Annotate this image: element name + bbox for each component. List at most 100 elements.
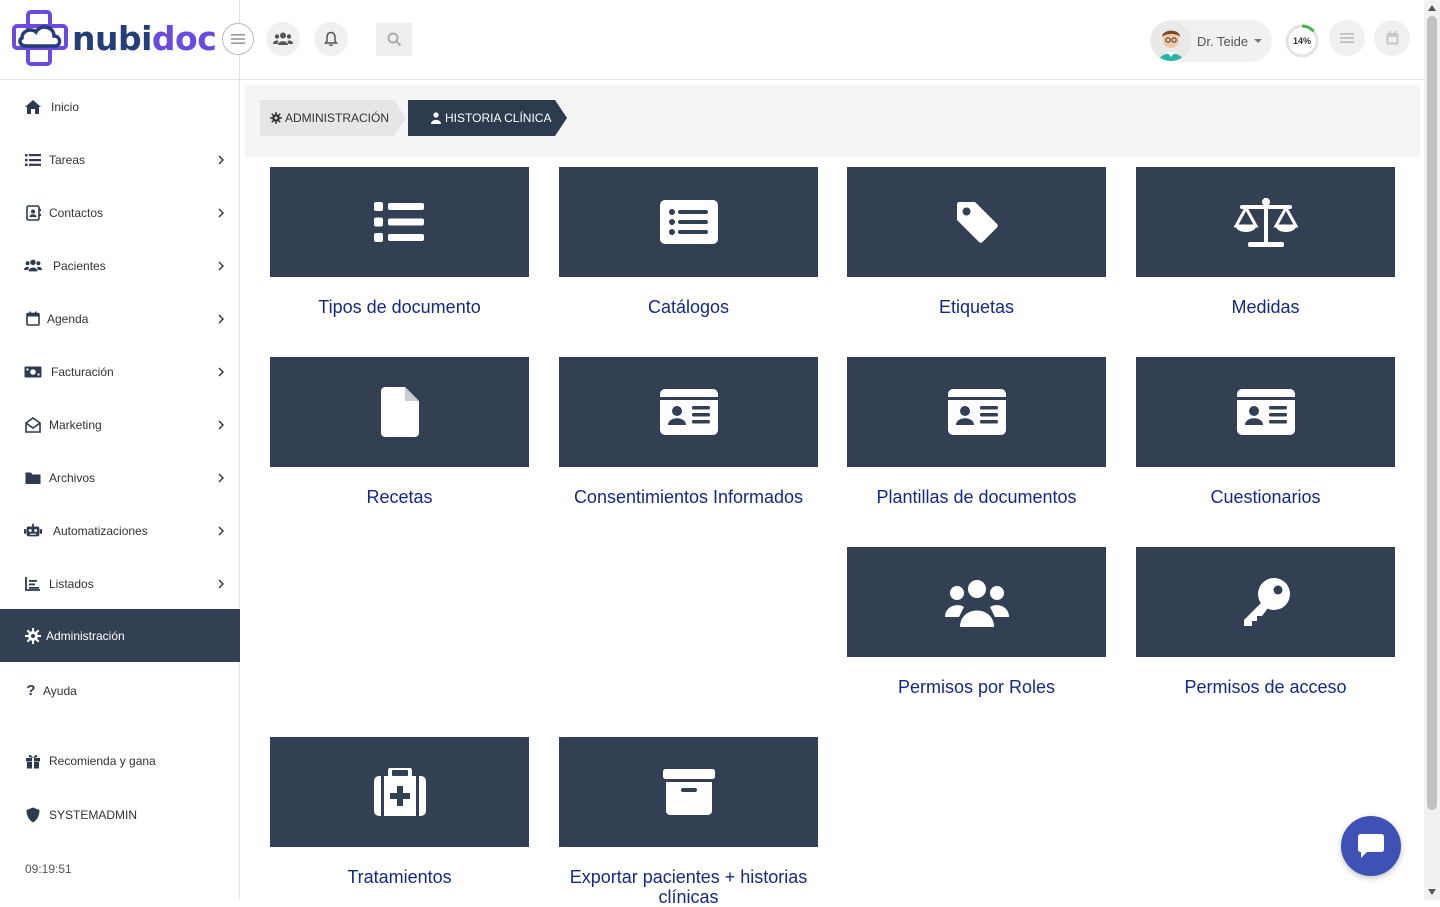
card-plantillas-de-documentos[interactable]: [847, 357, 1106, 467]
card-recetas[interactable]: [270, 357, 529, 467]
card-label[interactable]: Recetas: [270, 487, 529, 507]
bell-icon: [324, 31, 338, 46]
card-permisos-por-roles[interactable]: [847, 547, 1106, 657]
card-label[interactable]: Consentimientos Informados: [559, 487, 818, 507]
profile-progress[interactable]: 14%: [1283, 22, 1321, 60]
users-icon: [273, 32, 293, 45]
bars-icon: [1340, 33, 1354, 43]
scroll-thumb[interactable]: [1427, 16, 1437, 810]
card-label[interactable]: Exportar pacientes + historias clínicas: [559, 867, 818, 907]
card-label[interactable]: Cuestionarios: [1136, 487, 1395, 507]
card-label[interactable]: Etiquetas: [847, 297, 1106, 317]
card-etiquetas[interactable]: [847, 167, 1106, 277]
sidebar-item-label: Contactos: [49, 205, 104, 220]
sidebar-item-listados[interactable]: Listados: [0, 557, 240, 610]
card-medidas[interactable]: [1136, 167, 1395, 277]
notifications-button[interactable]: [314, 22, 348, 56]
card-label[interactable]: Permisos por Roles: [847, 677, 1106, 697]
rectangle-list-icon: [659, 200, 718, 244]
sidebar-item-label: Listados: [49, 576, 94, 591]
sidebar-item-agenda[interactable]: Agenda: [0, 292, 240, 345]
calendar-button[interactable]: [1374, 20, 1410, 56]
address-book-icon: [24, 204, 42, 222]
breadcrumb-item-historia-clinica[interactable]: HISTORIA CLÍNICA: [408, 100, 567, 136]
scroll-up-arrow-icon[interactable]: [1424, 0, 1440, 16]
robot-icon: [24, 522, 42, 540]
sidebar-item-systemadmin[interactable]: SYSTEMADMIN: [0, 788, 240, 841]
envelope-open-icon: [24, 416, 42, 434]
logo-text: nubidoc: [72, 18, 217, 58]
folder-icon: [24, 469, 42, 487]
id-card-icon: [947, 389, 1006, 435]
card-label[interactable]: Tratamientos: [270, 867, 529, 887]
file-icon: [380, 387, 419, 437]
sidebar-item-label: Marketing: [49, 417, 102, 432]
sidebar-item-inicio[interactable]: Inicio: [0, 80, 240, 133]
list-menu-button[interactable]: [1329, 20, 1365, 56]
card-tipos-de-documento[interactable]: [270, 167, 529, 277]
suitcase-medical-icon: [373, 768, 426, 816]
sidebar-item-contactos[interactable]: Contactos: [0, 186, 240, 239]
contacts-quick-button[interactable]: [266, 22, 300, 56]
chart-area-icon: [24, 575, 42, 593]
avatar: [1151, 21, 1191, 61]
sidebar-item-administracion[interactable]: Administración: [0, 609, 240, 662]
sidebar-item-automatizaciones[interactable]: Automatizaciones: [0, 504, 240, 557]
gift-icon: [24, 752, 42, 770]
card-label[interactable]: Plantillas de documentos: [847, 487, 1106, 507]
list-icon: [24, 151, 42, 169]
sidebar-item-pacientes[interactable]: Pacientes: [0, 239, 240, 292]
card-label[interactable]: Catálogos: [559, 297, 818, 317]
card-exportar-pacientes[interactable]: [559, 737, 818, 847]
sidebar-item-marketing[interactable]: Marketing: [0, 398, 240, 451]
card-permisos-de-acceso[interactable]: [1136, 547, 1395, 657]
money-bill-icon: [24, 363, 42, 381]
card-label[interactable]: Permisos de acceso: [1136, 677, 1395, 697]
logo-text-part1: nubi: [72, 18, 152, 58]
sidebar-item-label: Pacientes: [53, 258, 106, 273]
card-label[interactable]: Tipos de documento: [270, 297, 529, 317]
scrollbar[interactable]: [1424, 0, 1440, 900]
sidebar-item-label: SYSTEMADMIN: [49, 807, 138, 822]
users-icon: [24, 257, 42, 275]
users-icon: [944, 580, 1009, 627]
sidebar-item-recomienda[interactable]: Recomienda y gana: [0, 734, 240, 787]
sidebar-item-archivos[interactable]: Archivos: [0, 451, 240, 504]
chat-icon: [1358, 834, 1384, 858]
chat-button[interactable]: [1341, 816, 1401, 876]
sidebar-item-label: Inicio: [51, 99, 80, 114]
logo-text-part2: doc: [151, 18, 217, 58]
chevron-down-icon: [1254, 39, 1263, 43]
card-tratamientos[interactable]: [270, 737, 529, 847]
sidebar-item-label: Recomienda y gana: [49, 753, 156, 768]
card-consentimientos-informados[interactable]: [559, 357, 818, 467]
chevron-right-icon: [218, 208, 224, 217]
bars-icon: [231, 34, 245, 44]
tag-icon: [956, 202, 998, 243]
user-menu[interactable]: Dr. Teide: [1150, 20, 1272, 62]
scroll-down-arrow-icon[interactable]: [1424, 884, 1440, 900]
doctor-avatar-icon: [1151, 21, 1191, 61]
sidebar-item-ayuda[interactable]: ? Ayuda: [0, 664, 240, 717]
sidebar-item-tareas[interactable]: Tareas: [0, 133, 240, 186]
sidebar-item-label: Agenda: [47, 311, 89, 326]
sidebar-item-label: Ayuda: [43, 683, 77, 698]
user-name: Dr. Teide: [1197, 33, 1249, 49]
user-doctor-icon: [430, 112, 442, 124]
nubidoc-logo[interactable]: nubidoc: [12, 10, 217, 66]
menu-toggle-button[interactable]: [222, 23, 254, 55]
breadcrumb-label: ADMINISTRACIÓN: [285, 111, 390, 125]
top-bar: nubidoc Dr. Teide 14%: [0, 0, 1440, 80]
search-button[interactable]: [376, 23, 412, 56]
logo-mark-icon: [12, 10, 68, 66]
card-catalogos[interactable]: [559, 167, 818, 277]
sidebar-item-facturacion[interactable]: Facturación: [0, 345, 240, 398]
breadcrumb-item-administracion[interactable]: ADMINISTRACIÓN: [260, 100, 406, 136]
card-cuestionarios[interactable]: [1136, 357, 1395, 467]
sidebar-item-label: Facturación: [51, 364, 114, 379]
card-label[interactable]: Medidas: [1136, 297, 1395, 317]
chevron-right-icon: [218, 155, 224, 164]
breadcrumb-label: HISTORIA CLÍNICA: [445, 111, 552, 125]
box-archive-icon: [662, 769, 715, 815]
list-ul-icon: [373, 202, 424, 242]
